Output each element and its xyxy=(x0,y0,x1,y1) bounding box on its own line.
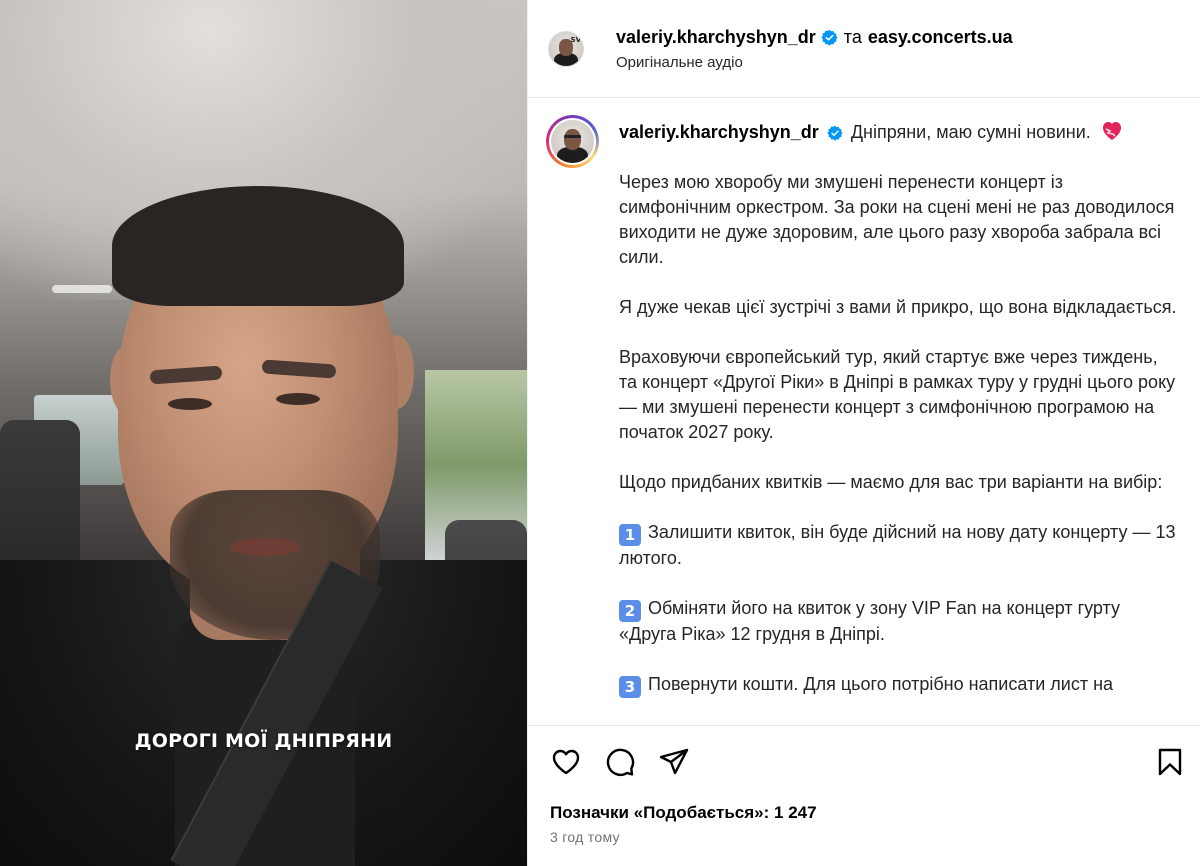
hair xyxy=(112,186,404,306)
post-caption-area: valeriy.kharchyshyn_dr Дніпряни, маю сум… xyxy=(528,98,1200,725)
avatar-tag: SV xyxy=(570,36,581,44)
keycap-2-emoji: 2 xyxy=(619,600,641,622)
caption-paragraph: Я дуже чекав цієї зустрічі з вами й прик… xyxy=(619,297,1177,317)
likes-label: Позначки «Подобається»: xyxy=(550,803,770,822)
caption-paragraph: Щодо придбаних квитків — маємо для вас т… xyxy=(619,472,1163,492)
caption-headline: Дніпряни, маю сумні новини. xyxy=(850,122,1091,142)
glasses xyxy=(563,134,582,138)
caption-text: valeriy.kharchyshyn_dr Дніпряни, маю сум… xyxy=(619,119,1179,723)
post-timestamp[interactable]: 3 год тому xyxy=(550,829,620,845)
reel-video[interactable]: ДОРОГІ МОЇ ДНІПРЯНИ xyxy=(0,0,527,866)
post-panel: SV valeriy.kharchyshyn_dr та easy.concer… xyxy=(527,0,1200,866)
author-names: valeriy.kharchyshyn_dr та easy.concerts.… xyxy=(616,27,1013,48)
bookmark-icon[interactable] xyxy=(1154,746,1186,778)
eye-left xyxy=(168,398,212,410)
video-caption: ДОРОГІ МОЇ ДНІПРЯНИ xyxy=(134,730,393,752)
eye-right xyxy=(276,393,320,405)
caption-username-link[interactable]: valeriy.kharchyshyn_dr xyxy=(619,122,819,142)
mending-heart-emoji xyxy=(1102,122,1121,140)
caption-option-3: 3 Повернути кошти. Для цього потрібно нап… xyxy=(619,672,1179,698)
caption-option-2: 2 Обміняти його на квиток у зону VIP Fan … xyxy=(619,598,1120,644)
caption-paragraph: Через мою хворобу ми змушені перенести к… xyxy=(619,172,1175,267)
action-icons xyxy=(550,746,1182,778)
keycap-1-emoji: 1 xyxy=(619,524,641,546)
likes-number: 1 247 xyxy=(774,803,817,822)
conjunction-text: та xyxy=(843,27,862,47)
caption-author-avatar[interactable] xyxy=(546,115,599,168)
caption-paragraph: Враховуючи європейський тур, який старту… xyxy=(619,347,1176,442)
audio-link[interactable]: Оригінальне аудіо xyxy=(616,54,743,71)
caption-first-line: valeriy.kharchyshyn_dr Дніпряни, маю сум… xyxy=(619,119,1179,145)
post-actions: Позначки «Подобається»: 1 247 3 год тому xyxy=(528,725,1200,866)
collaborator-link[interactable]: easy.concerts.ua xyxy=(868,27,1013,48)
comment-icon[interactable] xyxy=(604,746,636,778)
post-header: SV valeriy.kharchyshyn_dr та easy.concer… xyxy=(528,0,1200,98)
keycap-3-emoji: 3 xyxy=(619,676,641,698)
author-username-link[interactable]: valeriy.kharchyshyn_dr xyxy=(616,27,816,48)
share-icon[interactable] xyxy=(658,746,690,778)
verified-badge-icon xyxy=(827,126,843,141)
heart-icon[interactable] xyxy=(550,746,582,778)
mouth xyxy=(230,538,300,556)
verified-badge-icon xyxy=(821,29,838,46)
ceiling-light xyxy=(52,285,112,293)
author-avatar[interactable]: SV xyxy=(548,31,584,67)
likes-count-link[interactable]: Позначки «Подобається»: 1 247 xyxy=(550,803,817,823)
caption-option-1: 1 Залишити квиток, він буде дійсний на но… xyxy=(619,522,1176,568)
